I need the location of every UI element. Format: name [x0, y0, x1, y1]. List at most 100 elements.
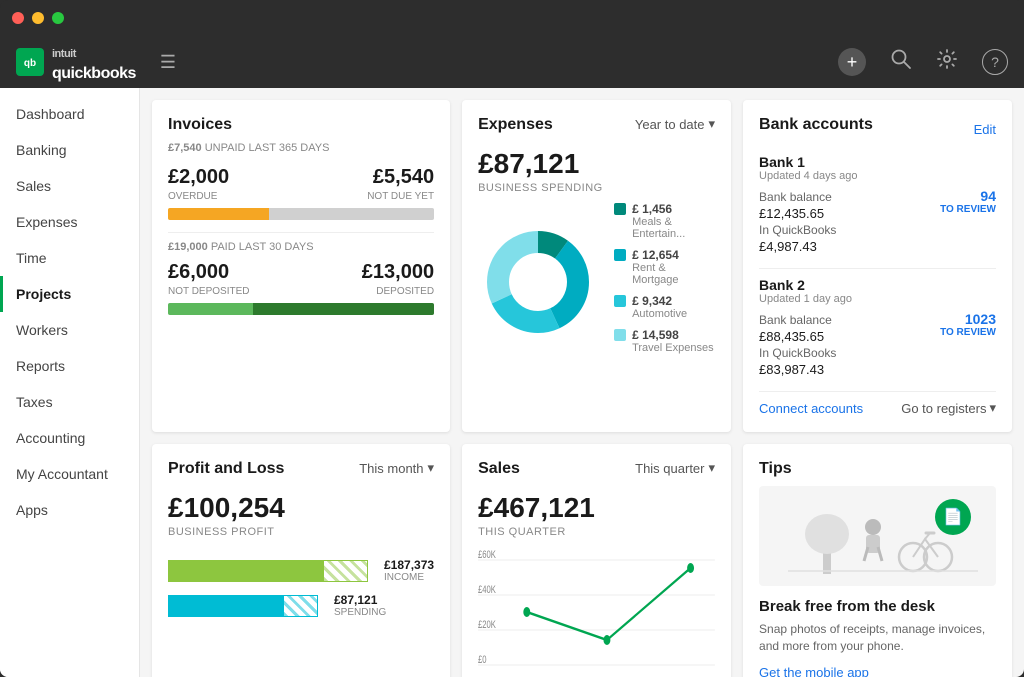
sidebar-item-expenses[interactable]: Expenses: [0, 204, 139, 240]
bank-header: Bank accounts Edit: [759, 116, 996, 142]
bank1-name: Bank 1: [759, 154, 996, 170]
tips-image: 📄: [759, 486, 996, 586]
expenses-legend: £ 1,456Meals & Entertain... £ 12,654Rent…: [614, 202, 715, 362]
sidebar-item-dashboard[interactable]: Dashboard: [0, 96, 139, 132]
sales-period[interactable]: This quarter ▾: [635, 460, 715, 476]
invoices-overdue-amount: £2,000: [168, 166, 229, 189]
expenses-donut: [478, 222, 598, 342]
sidebar-item-sales[interactable]: Sales: [0, 168, 139, 204]
bar-income-hatch: [323, 560, 368, 582]
help-icon[interactable]: ?: [982, 49, 1008, 75]
bank1-balance-row: Bank balance: [759, 190, 836, 204]
bar-spending-solid: [168, 595, 283, 617]
expenses-content: £ 1,456Meals & Entertain... £ 12,654Rent…: [478, 202, 715, 362]
pl-title: Profit and Loss: [168, 460, 284, 478]
sidebar: Dashboard Banking Sales Expenses Time Pr…: [0, 88, 140, 677]
sidebar-item-reports[interactable]: Reports: [0, 348, 139, 384]
sales-title: Sales: [478, 460, 520, 478]
titlebar: [0, 0, 1024, 36]
legend-item-0: £ 1,456Meals & Entertain...: [614, 202, 715, 240]
logo: qb intuit quickbooks: [16, 41, 136, 83]
bank1-qb-row: In QuickBooks: [759, 223, 836, 237]
sales-chart: £60K £40K £20K £0 Jan: [478, 550, 715, 677]
sidebar-item-workers[interactable]: Workers: [0, 312, 139, 348]
pl-amount: £100,254: [168, 492, 434, 524]
tips-card-title: Break free from the desk: [759, 598, 996, 615]
legend-dot-1: [614, 249, 626, 261]
invoices-amounts-row: £2,000 OVERDUE £5,540 NOT DUE YET: [168, 166, 434, 202]
bank2-review[interactable]: 1023 TO REVIEW: [940, 311, 996, 338]
pl-card: Profit and Loss This month ▾ £100,254 BU…: [152, 444, 450, 677]
search-icon[interactable]: [890, 48, 912, 76]
add-icon[interactable]: +: [838, 48, 866, 76]
invoices-deposited-label: DEPOSITED: [362, 286, 434, 297]
pl-subtitle: BUSINESS PROFIT: [168, 526, 434, 538]
expenses-period[interactable]: Year to date ▾: [635, 116, 715, 132]
sidebar-item-time[interactable]: Time: [0, 240, 139, 276]
bank1-balance-value-row: £12,435.65: [759, 206, 836, 221]
bank2-balance-row: Bank balance: [759, 313, 836, 327]
invoices-notdue-amount: £5,540: [367, 166, 434, 189]
bank-card: Bank accounts Edit Bank 1 Updated 4 days…: [743, 100, 1012, 432]
app: qb intuit quickbooks ☰ + ? Dashboard: [0, 36, 1024, 677]
invoices-notdue-label: NOT DUE YET: [367, 191, 434, 202]
invoices-card: Invoices £7,540 UNPAID LAST 365 DAYS £2,…: [152, 100, 450, 432]
sidebar-item-taxes[interactable]: Taxes: [0, 384, 139, 420]
bank2-qb-value-row: £83,987.43: [759, 362, 836, 377]
body: Dashboard Banking Sales Expenses Time Pr…: [0, 88, 1024, 677]
invoices-overdue-bar: [168, 208, 434, 220]
connect-row: Connect accounts Go to registers ▾: [759, 400, 996, 416]
legend-dot-3: [614, 329, 626, 341]
bank-edit-link[interactable]: Edit: [974, 122, 996, 137]
legend-item-1: £ 12,654Rent & Mortgage: [614, 248, 715, 286]
bank1-review[interactable]: 94 TO REVIEW: [940, 188, 996, 215]
sales-card: Sales This quarter ▾ £467,121 THIS QUART…: [462, 444, 731, 677]
invoices-notdeposited-amount: £6,000: [168, 261, 250, 284]
tips-card: Tips: [743, 444, 1012, 677]
invoices-deposited-amount: £13,000: [362, 261, 434, 284]
sidebar-item-accounting[interactable]: Accounting: [0, 420, 139, 456]
svg-text:qb: qb: [24, 58, 36, 69]
connect-accounts-link[interactable]: Connect accounts: [759, 401, 863, 416]
invoices-paid-amounts-row: £6,000 NOT DEPOSITED £13,000 DEPOSITED: [168, 261, 434, 297]
tips-title: Tips: [759, 460, 996, 478]
expenses-subtitle: BUSINESS SPENDING: [478, 182, 715, 194]
bank2-balance-value-row: £88,435.65: [759, 329, 836, 344]
bar-green-light: [168, 303, 253, 315]
minimize-button[interactable]: [32, 12, 44, 24]
invoices-notdeposited-label: NOT DEPOSITED: [168, 286, 250, 297]
expenses-title: Expenses: [478, 116, 553, 134]
close-button[interactable]: [12, 12, 24, 24]
pl-header: Profit and Loss This month ▾: [168, 460, 434, 486]
sidebar-item-my-accountant[interactable]: My Accountant: [0, 456, 139, 492]
expenses-card: Expenses Year to date ▾ £87,121 BUSINESS…: [462, 100, 731, 432]
sidebar-item-banking[interactable]: Banking: [0, 132, 139, 168]
settings-icon[interactable]: [936, 48, 958, 76]
invoices-title: Invoices: [168, 116, 434, 134]
bar-orange: [168, 208, 269, 220]
svg-text:£60K: £60K: [478, 550, 496, 561]
registers-link[interactable]: Go to registers ▾: [901, 400, 996, 416]
bar-green-dark: [253, 303, 434, 315]
header: qb intuit quickbooks ☰ + ?: [0, 36, 1024, 88]
pl-bars: £187,373 INCOME £87,121 SPENDING: [168, 558, 434, 618]
maximize-button[interactable]: [52, 12, 64, 24]
expenses-header: Expenses Year to date ▾: [478, 116, 715, 142]
bank2-section: Bank 2 Updated 1 day ago Bank balance £8…: [759, 277, 996, 379]
invoices-divider: [168, 232, 434, 233]
bank2-name: Bank 2: [759, 277, 996, 293]
sales-subtitle: THIS QUARTER: [478, 526, 715, 538]
invoices-paid-bar: [168, 303, 434, 315]
bank-divider: [759, 268, 996, 269]
tips-cta-link[interactable]: Get the mobile app: [759, 665, 996, 677]
sidebar-item-apps[interactable]: Apps: [0, 492, 139, 528]
sidebar-item-projects[interactable]: Projects: [0, 276, 139, 312]
svg-text:£40K: £40K: [478, 584, 496, 597]
pl-period[interactable]: This month ▾: [359, 460, 434, 476]
legend-item-2: £ 9,342Automotive: [614, 294, 715, 320]
menu-button[interactable]: ☰: [160, 52, 176, 73]
legend-dot-2: [614, 295, 626, 307]
invoices-unpaid-label: £7,540 UNPAID LAST 365 DAYS: [168, 142, 434, 154]
main-content: Invoices £7,540 UNPAID LAST 365 DAYS £2,…: [140, 88, 1024, 677]
bank-title: Bank accounts: [759, 116, 873, 134]
